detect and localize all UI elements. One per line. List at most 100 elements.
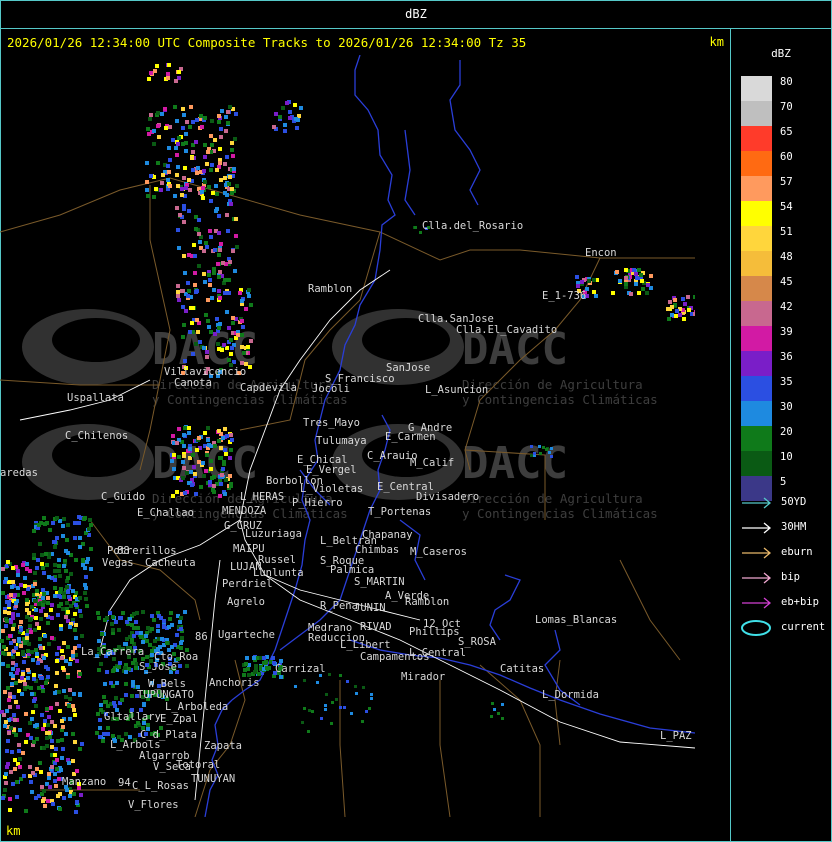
echo-cell <box>189 470 193 474</box>
echo-cell <box>223 427 227 431</box>
place-label: TUPUNGATO <box>137 689 194 701</box>
echo-cell <box>46 601 50 605</box>
echo-cell <box>68 717 72 721</box>
echo-cell <box>35 767 39 771</box>
echo-cell <box>45 731 49 735</box>
echo-cell <box>42 789 46 793</box>
legend-track-label: current <box>781 621 826 633</box>
legend-swatch <box>741 176 772 201</box>
echo-cell <box>13 593 17 597</box>
echo-cell <box>159 188 163 192</box>
echo-cell <box>183 426 187 430</box>
echo-cell <box>186 294 190 298</box>
echo-cell <box>213 332 217 336</box>
echo-cell <box>80 634 84 638</box>
echo-cell <box>111 734 115 738</box>
echo-cell <box>60 656 64 660</box>
echo-cell <box>177 298 181 302</box>
echo-cell <box>203 116 207 120</box>
echo-cell <box>48 528 52 532</box>
place-label: Tres_Mayo <box>303 417 360 429</box>
echo-cell <box>634 272 638 276</box>
echo-cell <box>87 527 91 531</box>
echo-cell <box>281 106 285 110</box>
echo-cell <box>150 614 154 618</box>
echo-cell <box>203 180 207 184</box>
echo-cell <box>85 604 89 608</box>
place-label: Perdriel <box>222 578 273 590</box>
echo-cell <box>59 768 63 772</box>
echo-cell <box>6 686 10 690</box>
echo-cell <box>77 515 81 519</box>
place-label: Agrelo <box>227 596 265 608</box>
echo-cell <box>187 426 191 430</box>
place-label: TUNUYAN <box>191 773 235 785</box>
echo-cell <box>72 792 76 796</box>
echo-cell <box>194 290 198 294</box>
echo-cell <box>31 710 35 714</box>
echo-cell <box>54 784 58 788</box>
place-label: Manzano <box>62 776 106 788</box>
echo-cell <box>167 63 171 67</box>
echo-cell <box>168 617 172 621</box>
echo-cell <box>226 110 230 114</box>
echo-cell <box>124 693 128 697</box>
echo-cell <box>316 681 319 684</box>
echo-cell <box>491 702 494 705</box>
echo-cell <box>135 631 139 635</box>
echo-cell <box>6 664 10 668</box>
echo-cell <box>238 291 242 295</box>
echo-cell <box>130 694 134 698</box>
echo-cell <box>184 309 188 313</box>
echo-cell <box>223 492 227 496</box>
echo-cell <box>181 460 185 464</box>
echo-cell <box>175 119 179 123</box>
echo-cell <box>667 317 671 321</box>
echo-cell <box>6 739 10 743</box>
place-label: Divisadero <box>416 491 479 503</box>
echo-cell <box>213 444 217 448</box>
echo-cell <box>39 770 43 774</box>
echo-cell <box>187 209 191 213</box>
echo-cell <box>147 77 151 81</box>
echo-cell <box>156 624 160 628</box>
echo-cell <box>46 799 50 803</box>
echo-cell <box>212 490 216 494</box>
echo-cell <box>167 625 171 629</box>
echo-cell <box>33 724 37 728</box>
echo-cell <box>41 799 45 803</box>
echo-cell <box>11 667 15 671</box>
echo-cell <box>278 115 282 119</box>
echo-cell <box>74 603 78 607</box>
echo-cell <box>224 129 228 133</box>
echo-cell <box>53 691 57 695</box>
echo-cell <box>173 194 177 198</box>
echo-cell <box>33 628 37 632</box>
echo-cell <box>227 278 231 282</box>
echo-cell <box>184 141 188 145</box>
echo-cell <box>56 794 60 798</box>
echo-cell <box>47 776 51 780</box>
echo-cell <box>592 278 596 282</box>
echo-cell <box>58 807 62 811</box>
radar-map[interactable]: DACC DACC DACC DACC Dirección de Agricul… <box>0 55 695 817</box>
echo-cell <box>46 667 50 671</box>
echo-cell <box>681 297 685 301</box>
echo-cell <box>0 639 4 643</box>
echo-cell <box>188 447 192 451</box>
echo-cell <box>9 620 13 624</box>
echo-cell <box>533 452 536 455</box>
place-label: Ugarteche <box>218 629 275 641</box>
echo-cell <box>200 125 204 129</box>
echo-cell <box>217 326 221 330</box>
echo-cell <box>55 758 59 762</box>
echo-cell <box>131 661 135 665</box>
echo-cell <box>497 712 500 715</box>
echo-cell <box>193 472 197 476</box>
x-axis-unit-label: km <box>6 824 21 838</box>
echo-cell <box>50 765 54 769</box>
echo-cell <box>50 603 54 607</box>
legend-swatch <box>741 76 772 101</box>
place-label: Clla.El_Cavadito <box>456 324 557 336</box>
echo-cell <box>60 649 64 653</box>
